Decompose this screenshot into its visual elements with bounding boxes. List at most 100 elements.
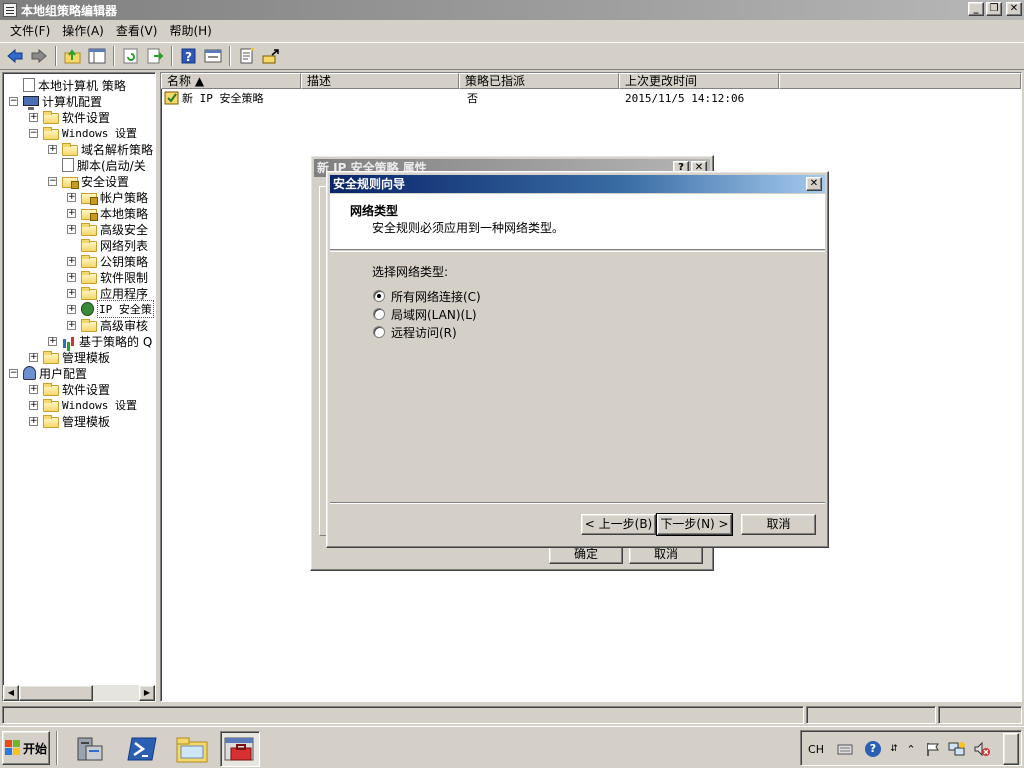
expand-icon[interactable]: + xyxy=(67,320,76,330)
column-name[interactable]: 名称 ▲ xyxy=(161,73,301,89)
menu-file[interactable]: 文件(F) xyxy=(4,22,56,40)
radio-lan-circle[interactable] xyxy=(373,308,385,320)
help-tray-icon[interactable]: ? xyxy=(863,739,883,759)
expand-icon[interactable]: + xyxy=(29,112,38,122)
window-titlebar[interactable]: 本地组策略编辑器 _ ❐ ✕ xyxy=(0,0,1024,20)
tree-item[interactable]: + IP 安全策 xyxy=(67,300,154,318)
expand-icon[interactable]: + xyxy=(67,272,76,282)
tree-item[interactable]: + 管理模板 xyxy=(29,413,110,429)
scroll-left-button[interactable]: ◀ xyxy=(3,685,19,701)
tree-item[interactable]: + 高级安全 xyxy=(67,221,148,237)
menu-action[interactable]: 操作(A) xyxy=(56,22,110,40)
radio-lan[interactable]: 局域网(LAN)(L) xyxy=(373,306,477,322)
folder-icon xyxy=(43,110,59,124)
radio-all-networks[interactable]: 所有网络连接(C) xyxy=(373,288,481,304)
tree-item[interactable]: + 高级审核 xyxy=(67,317,148,333)
powershell-icon[interactable] xyxy=(122,731,162,767)
tree-item[interactable]: + 域名解析策略 xyxy=(48,141,153,157)
radio-all-networks-circle[interactable] xyxy=(373,290,385,302)
expand-icon[interactable]: + xyxy=(29,400,38,410)
tree-item[interactable]: + 基于策略的 Q xyxy=(48,333,152,349)
flag-icon[interactable] xyxy=(923,739,943,759)
expand-icon[interactable]: + xyxy=(67,256,76,266)
wizard-close-button[interactable]: ✕ xyxy=(806,177,822,191)
properties-icon[interactable] xyxy=(202,45,224,67)
tree-item[interactable]: 本地计算机 策略 xyxy=(9,77,126,93)
column-description[interactable]: 描述 xyxy=(301,73,459,89)
expand-icon[interactable]: + xyxy=(29,416,38,426)
input-language-indicator[interactable]: CH xyxy=(805,739,827,759)
menu-view[interactable]: 查看(V) xyxy=(110,22,164,40)
radio-remote-access[interactable]: 远程访问(R) xyxy=(373,324,457,340)
forward-icon[interactable] xyxy=(28,45,50,67)
language-options-icon[interactable]: ⇵ xyxy=(887,739,901,759)
menu-help[interactable]: 帮助(H) xyxy=(163,22,217,40)
back-icon[interactable] xyxy=(4,45,26,67)
wizard-back-button[interactable]: < 上一步(B) xyxy=(581,514,656,535)
expand-icon[interactable]: + xyxy=(29,384,38,394)
collapse-icon[interactable]: − xyxy=(48,176,57,186)
radio-lan-label[interactable]: 局域网(LAN)(L) xyxy=(391,306,477,323)
column-assigned[interactable]: 策略已指派 xyxy=(459,73,619,89)
expand-icon[interactable]: + xyxy=(48,144,57,154)
new-policy-icon[interactable] xyxy=(236,45,258,67)
tree-item[interactable]: − 安全设置 xyxy=(48,173,129,189)
assign-icon[interactable] xyxy=(260,45,282,67)
tree-item[interactable]: − 计算机配置 xyxy=(9,93,102,110)
show-hidden-icons-button[interactable]: ⌃ xyxy=(905,739,917,759)
up-folder-icon[interactable] xyxy=(62,45,84,67)
list-row-ip-security-policy[interactable]: 新 IP 安全策略 否 2015/11/5 14:12:06 xyxy=(161,90,779,106)
keyboard-icon[interactable] xyxy=(835,739,855,759)
expand-icon[interactable]: + xyxy=(29,352,38,362)
scroll-right-button[interactable]: ▶ xyxy=(139,685,155,701)
volume-muted-icon[interactable] xyxy=(971,739,993,759)
export-icon[interactable] xyxy=(144,45,166,67)
security-folder-icon xyxy=(81,192,98,205)
expand-icon[interactable]: + xyxy=(67,224,76,234)
collapse-icon[interactable]: − xyxy=(9,368,18,378)
explorer-icon[interactable] xyxy=(172,731,212,767)
group-policy-taskbar-button[interactable] xyxy=(220,731,260,767)
group-policy-app-icon xyxy=(3,3,17,17)
wizard-next-button[interactable]: 下一步(N) > xyxy=(656,513,733,536)
restore-button[interactable]: ❐ xyxy=(986,2,1002,16)
tree-item[interactable]: − Windows 设置 xyxy=(29,125,137,141)
tree-item[interactable]: − 用户配置 xyxy=(9,365,87,381)
collapse-icon[interactable]: − xyxy=(9,96,18,106)
expand-icon[interactable]: + xyxy=(48,336,57,346)
tree-item[interactable]: + 应用程序 xyxy=(67,285,148,301)
radio-remote-access-label[interactable]: 远程访问(R) xyxy=(391,324,457,341)
tree-item[interactable]: + 管理模板 xyxy=(29,349,110,365)
expand-icon[interactable]: + xyxy=(67,208,76,218)
expand-icon[interactable]: + xyxy=(67,192,76,202)
help-icon[interactable]: ? xyxy=(178,45,200,67)
tree-item[interactable]: + 软件设置 xyxy=(29,381,110,397)
tree-item[interactable]: + Windows 设置 xyxy=(29,397,137,413)
radio-remote-access-circle[interactable] xyxy=(373,326,385,338)
column-modified[interactable]: 上次更改时间 xyxy=(619,73,779,89)
tree-item[interactable]: + 软件设置 xyxy=(29,109,110,125)
close-button[interactable]: ✕ xyxy=(1006,2,1022,16)
tree-horizontal-scrollbar[interactable]: ◀ ▶ xyxy=(3,685,155,701)
start-button[interactable]: 开始 xyxy=(2,731,50,765)
ip-security-icon xyxy=(81,302,94,316)
scroll-thumb[interactable] xyxy=(19,685,93,701)
show-hide-tree-icon[interactable] xyxy=(86,45,108,67)
expand-icon[interactable]: + xyxy=(67,304,76,314)
tree-item[interactable]: + 本地策略 xyxy=(67,205,148,221)
wizard-cancel-button[interactable]: 取消 xyxy=(741,514,816,535)
radio-all-networks-label[interactable]: 所有网络连接(C) xyxy=(391,288,481,305)
minimize-button[interactable]: _ xyxy=(968,2,984,16)
tree-item[interactable]: + 软件限制 xyxy=(67,269,148,285)
tree-item[interactable]: 脚本(启动/关 xyxy=(48,157,146,173)
show-desktop-button[interactable] xyxy=(1003,733,1019,765)
expand-icon[interactable]: + xyxy=(67,288,76,298)
tree-item[interactable]: + 帐户策略 xyxy=(67,189,148,205)
collapse-icon[interactable]: − xyxy=(29,128,38,138)
wizard-titlebar[interactable]: 安全规则向导 ✕ xyxy=(330,175,825,193)
network-icon[interactable] xyxy=(947,739,967,759)
server-manager-icon[interactable] xyxy=(70,731,110,767)
tree-item[interactable]: + 公钥策略 xyxy=(67,253,148,269)
tree-item[interactable]: 网络列表 xyxy=(67,237,148,253)
refresh-icon[interactable] xyxy=(120,45,142,67)
